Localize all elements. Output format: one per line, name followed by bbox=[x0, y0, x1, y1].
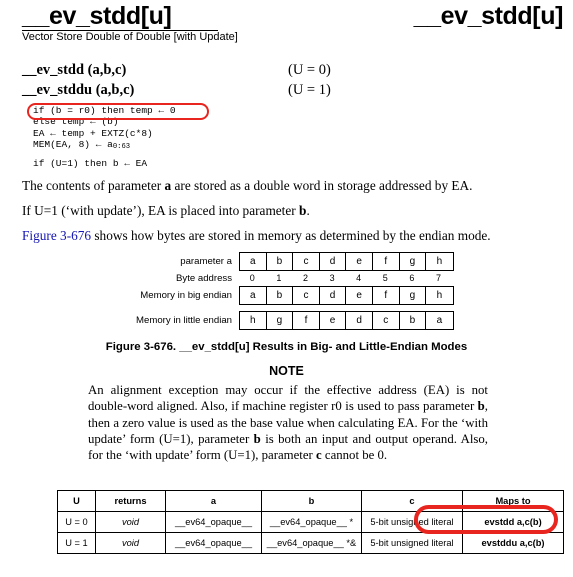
column-header-b: b bbox=[261, 490, 362, 512]
cell-c: 5-bit unsigned literal bbox=[361, 511, 463, 533]
cell-u: U = 1 bbox=[57, 532, 96, 554]
byte-row-big-endian: Memory in big endian a b c d e f g h bbox=[100, 286, 455, 305]
byte-cell: e bbox=[346, 287, 373, 304]
table-row: U = 0 void __ev64_opaque__ __ev64_opaque… bbox=[57, 511, 564, 533]
byte-cell: 2 bbox=[302, 273, 308, 283]
byte-cell: g bbox=[400, 287, 427, 304]
byte-cell: h bbox=[436, 256, 443, 267]
cell-maps-to: evstddu a,c(b) bbox=[462, 532, 564, 554]
byte-cell: a bbox=[240, 253, 267, 270]
byte-row-label: Byte address bbox=[176, 273, 232, 284]
cell-u: U = 0 bbox=[57, 511, 96, 533]
byte-cell: g bbox=[400, 253, 427, 270]
column-header-maps-to: Maps to bbox=[462, 490, 564, 512]
byte-cell: c bbox=[373, 312, 400, 329]
byte-row-label: Memory in little endian bbox=[136, 315, 232, 326]
cell-returns: void bbox=[95, 532, 166, 554]
byte-row-label: parameter a bbox=[180, 256, 232, 267]
figure-caption: Figure 3-676. __ev_stdd[u] Results in Bi… bbox=[105, 341, 468, 353]
paragraph-update: If U=1 (‘with update’), EA is placed int… bbox=[22, 203, 310, 218]
pseudocode-subscript: 0:63 bbox=[112, 143, 131, 152]
signature-stdd: __ev_stdd (a,b,c) bbox=[22, 62, 127, 78]
byte-cell: 5 bbox=[382, 273, 388, 283]
byte-cell: e bbox=[346, 253, 373, 270]
byte-row-parameter-a: parameter a a b c d e f g h bbox=[100, 252, 455, 271]
pseudocode-line-4: MEM(EA, 8) ← a0:63 bbox=[33, 139, 131, 152]
column-header-returns: returns bbox=[95, 490, 166, 512]
byte-cell: c bbox=[293, 253, 320, 270]
signature-stdd-condition: (U = 0) bbox=[288, 62, 331, 78]
pseudocode-line-1: if (b = r0) then temp ← 0 bbox=[33, 105, 176, 116]
byte-cell: h bbox=[436, 290, 443, 301]
byte-cell: 0 bbox=[249, 273, 255, 283]
page-title-right: __ev_stdd[u] bbox=[413, 2, 564, 30]
note-body: An alignment exception may occur if the … bbox=[88, 383, 489, 463]
byte-cell: f bbox=[373, 253, 400, 270]
cell-maps-to: evstdd a,c(b) bbox=[462, 511, 564, 533]
byte-cell: f bbox=[293, 312, 320, 329]
pseudocode-line-5: if (U=1) then b ← EA bbox=[33, 157, 148, 169]
table-row: U = 1 void __ev64_opaque__ __ev64_opaque… bbox=[57, 532, 564, 554]
mapping-table: U returns a b c Maps to U = 0 void __ev6… bbox=[57, 490, 564, 554]
byte-cell: d bbox=[320, 287, 347, 304]
cell-b: __ev64_opaque__ * bbox=[261, 511, 362, 533]
byte-cell: b bbox=[267, 287, 294, 304]
byte-row-little-endian: Memory in little endian h g f e d c b a bbox=[100, 311, 455, 330]
byte-cell: d bbox=[320, 253, 347, 270]
document-page: __ev_stdd[u] __ev_stdd[u] Vector Store D… bbox=[0, 0, 573, 577]
column-header-a: a bbox=[165, 490, 262, 512]
column-header-c: c bbox=[361, 490, 463, 512]
byte-cells: 0 1 2 3 4 5 6 7 bbox=[239, 271, 452, 286]
cell-b: __ev64_opaque__ *& bbox=[261, 532, 362, 554]
byte-cell: 7 bbox=[435, 273, 441, 283]
signature-stddu-condition: (U = 1) bbox=[288, 82, 331, 98]
column-header-u: U bbox=[57, 490, 96, 512]
byte-cell: g bbox=[267, 312, 294, 329]
signature-stddu: __ev_stddu (a,b,c) bbox=[22, 82, 135, 98]
byte-cell: e bbox=[320, 312, 347, 329]
byte-row-label: Memory in big endian bbox=[140, 290, 232, 301]
byte-cells: a b c d e f g h bbox=[239, 286, 454, 305]
paragraph-contents: The contents of parameter a are stored a… bbox=[22, 178, 473, 193]
byte-cell: 1 bbox=[276, 273, 282, 283]
byte-cell: f bbox=[373, 287, 400, 304]
byte-cell: 3 bbox=[329, 273, 335, 283]
byte-cell: b bbox=[267, 253, 294, 270]
cell-returns: void bbox=[95, 511, 166, 533]
byte-row-byte-address: Byte address 0 1 2 3 4 5 6 7 bbox=[100, 271, 455, 286]
byte-cell: c bbox=[293, 287, 320, 304]
byte-cell: b bbox=[400, 312, 427, 329]
byte-cell: 6 bbox=[409, 273, 415, 283]
paragraph-figure-ref: Figure 3-676 shows how bytes are stored … bbox=[22, 228, 491, 243]
page-subtitle: Vector Store Double of Double [with Upda… bbox=[22, 31, 238, 43]
cell-a: __ev64_opaque__ bbox=[165, 532, 262, 554]
byte-layout-figure: parameter a a b c d e f g h Byte address… bbox=[100, 252, 455, 330]
byte-cell: h bbox=[240, 312, 267, 329]
byte-cell: a bbox=[240, 287, 267, 304]
byte-cells: a b c d e f g h bbox=[239, 252, 454, 271]
byte-cell: d bbox=[346, 312, 373, 329]
page-title-left: __ev_stdd[u] bbox=[22, 2, 172, 30]
pseudocode-block: if (b = r0) then temp ← 0 else temp ← (b… bbox=[33, 105, 176, 169]
table-header-row: U returns a b c Maps to bbox=[57, 490, 564, 512]
pseudocode-line-3: EA ← temp + EXTZ(c*8) bbox=[33, 127, 153, 139]
byte-cell: a bbox=[436, 315, 443, 326]
byte-cell: 4 bbox=[356, 273, 362, 283]
figure-link[interactable]: Figure 3-676 bbox=[22, 228, 91, 243]
cell-c: 5-bit unsigned literal bbox=[361, 532, 463, 554]
note-title: NOTE bbox=[269, 364, 304, 378]
byte-cells: h g f e d c b a bbox=[239, 311, 454, 330]
cell-a: __ev64_opaque__ bbox=[165, 511, 262, 533]
pseudocode-line-2: else temp ← (b) bbox=[33, 116, 119, 128]
